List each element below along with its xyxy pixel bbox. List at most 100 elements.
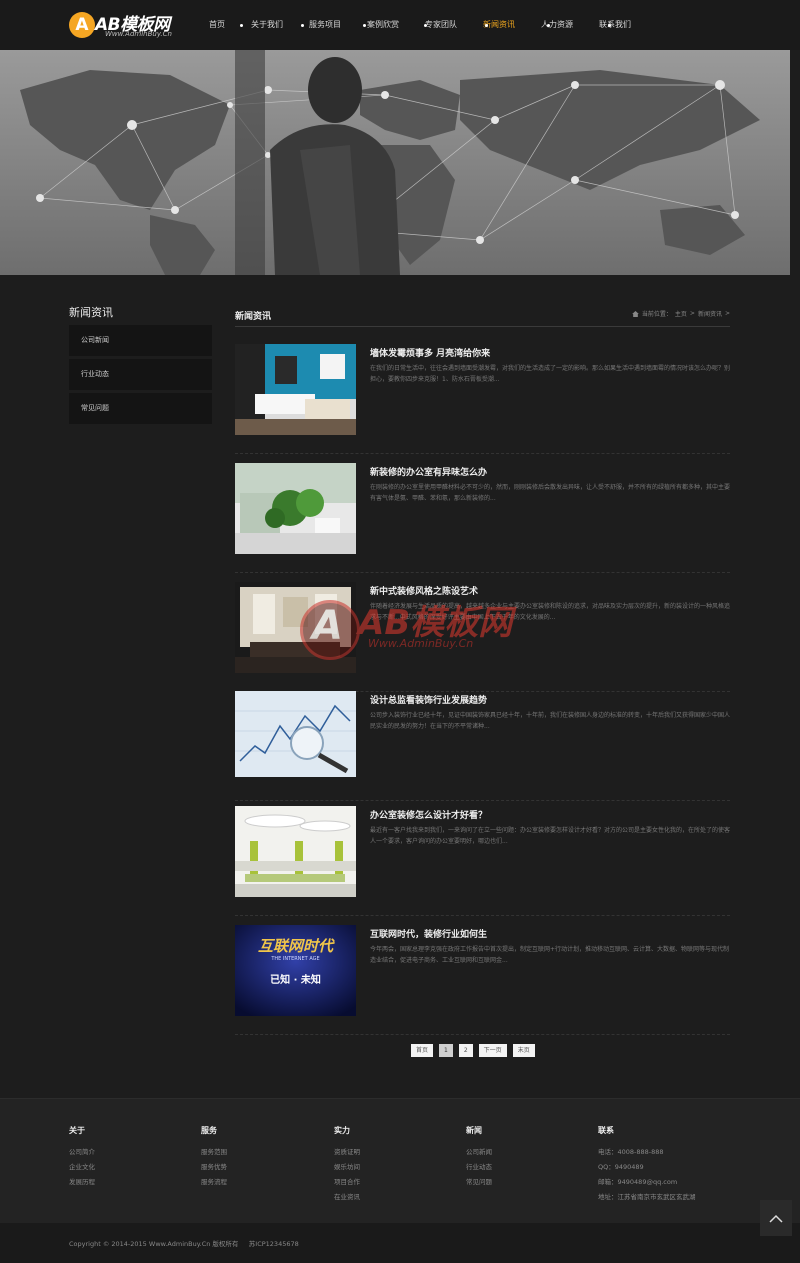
thumb-tagline: 已知 · 未知 <box>270 975 321 986</box>
nav-separator-dot <box>301 24 304 27</box>
thumb-subheadline: THE INTERNET AGE <box>271 956 320 962</box>
footer-link[interactable]: 资质证明 <box>334 1145 360 1160</box>
news-item: 办公室装修怎么设计才好看？ 最近有一客户找我来到我们，一来询问了在立一些问题：办… <box>235 806 730 916</box>
sidebar-menu: 公司新闻 行业动态 常见问题 <box>69 325 212 427</box>
news-title[interactable]: 互联网时代，装修行业如何生 <box>370 927 487 940</box>
world-map-image <box>0 50 790 275</box>
footer-link[interactable]: 公司新闻 <box>466 1145 492 1160</box>
pagination: 首页 1 2 下一页 末页 <box>411 1044 535 1057</box>
icp-number[interactable]: 苏ICP12345678 <box>249 1240 299 1248</box>
footer-col-contact: 联系 电话：4008-888-888 QQ：9490489 邮箱：9490489… <box>598 1125 696 1205</box>
footer-link[interactable]: 发展历程 <box>69 1175 95 1190</box>
footer-link[interactable]: 行业动态 <box>466 1160 492 1175</box>
breadcrumb-tail: > <box>724 310 730 317</box>
footer-heading: 关于 <box>69 1126 85 1135</box>
nav-separator-dot <box>547 24 550 27</box>
news-summary: 在我们的日常生活中，往往会遇到墙面受潮发霉，对我们的生活造成了一定的影响。那么如… <box>370 365 731 383</box>
footer-link[interactable]: 在业资讯 <box>334 1190 360 1205</box>
nav-item-hr[interactable]: 人力资源 <box>528 0 586 50</box>
sidebar-title: 新闻资讯 <box>69 306 113 319</box>
nav-item-contact[interactable]: 联系我们 <box>586 0 644 50</box>
footer-address: 地址：江苏省南京市玄武区玄武湖 <box>598 1193 696 1201</box>
site-logo[interactable]: A AB模板网 Www.AdminBuy.Cn <box>69 10 189 42</box>
footer-heading: 联系 <box>598 1126 614 1135</box>
pagination-page-1[interactable]: 1 <box>439 1044 453 1057</box>
news-title[interactable]: 办公室装修怎么设计才好看？ <box>370 808 487 821</box>
nav-separator-dot <box>608 24 611 27</box>
chevron-up-icon <box>769 1214 783 1223</box>
breadcrumb: 当前位置： 主页 > 新闻资讯 > <box>632 309 730 318</box>
news-title[interactable]: 新装修的办公室有异味怎么办 <box>370 465 487 478</box>
footer-qq: QQ：9490489 <box>598 1163 644 1171</box>
footer-link[interactable]: 公司简介 <box>69 1145 95 1160</box>
footer-heading: 实力 <box>334 1126 350 1135</box>
footer-link[interactable]: 娱乐坊间 <box>334 1160 360 1175</box>
news-thumbnail-office[interactable] <box>235 806 356 897</box>
breadcrumb-home[interactable]: 主页 <box>675 309 687 318</box>
nav-separator-dot <box>240 24 243 27</box>
news-title[interactable]: 设计总监看装饰行业发展趋势 <box>370 693 487 706</box>
news-thumbnail-internet-age[interactable]: 互联网时代 THE INTERNET AGE 已知 · 未知 <box>235 925 356 1016</box>
breadcrumb-sep: > <box>689 310 695 317</box>
page-title: 新闻资讯 <box>235 312 272 322</box>
watermark-letter: A <box>312 603 343 649</box>
site-footer: 关于 公司简介 企业文化 发展历程 服务 服务范围 服务优势 服务流程 实力 资… <box>0 1098 800 1223</box>
pagination-first[interactable]: 首页 <box>411 1044 434 1057</box>
nav-item-home[interactable]: 首页 <box>196 0 238 50</box>
sidebar-item-industry[interactable]: 行业动态 <box>69 359 212 390</box>
site-header: A AB模板网 Www.AdminBuy.Cn 首页 关于我们 服务项目 案例欣… <box>0 0 800 50</box>
news-item: 墙体发霉烦事多 月亮湾给你来 在我们的日常生活中，往往会遇到墙面受潮发霉，对我们… <box>235 344 730 454</box>
footer-heading: 服务 <box>201 1126 217 1135</box>
news-thumbnail-plants[interactable] <box>235 463 356 554</box>
sidebar-item-faq[interactable]: 常见问题 <box>69 393 212 424</box>
nav-separator-dot <box>485 24 488 27</box>
copyright-text: Copyright © 2014-2015 Www.AdminBuy.Cn 版权… <box>69 1238 299 1248</box>
footer-link[interactable]: 常见问题 <box>466 1175 492 1190</box>
pagination-page-2[interactable]: 2 <box>458 1044 473 1057</box>
footer-link[interactable]: 服务流程 <box>201 1175 227 1190</box>
copyright-bar: Copyright © 2014-2015 Www.AdminBuy.Cn 版权… <box>0 1223 800 1263</box>
home-icon <box>632 310 639 317</box>
news-summary: 最近有一客户找我来到我们，一来询问了在立一些问题：办公室装修要怎样设计才好看？对… <box>370 827 731 845</box>
footer-email[interactable]: 邮箱：9490489@qq.com <box>598 1175 696 1190</box>
breadcrumb-current[interactable]: 新闻资讯 <box>698 309 722 318</box>
logo-subtext: Www.AdminBuy.Cn <box>105 30 172 38</box>
footer-link[interactable]: 企业文化 <box>69 1160 95 1175</box>
news-item: 新装修的办公室有异味怎么办 在刚装修的办公室里使用甲醛材料必不可少的，然而，刚刚… <box>235 463 730 573</box>
nav-item-news[interactable]: 新闻资讯 <box>470 0 528 50</box>
back-to-top-button[interactable] <box>760 1200 792 1236</box>
footer-heading: 新闻 <box>466 1126 482 1135</box>
watermark-logo: A AB模板网 Www.AdminBuy.Cn <box>300 595 515 665</box>
pagination-next[interactable]: 下一页 <box>478 1044 507 1057</box>
nav-separator-dot <box>363 24 366 27</box>
sidebar-item-company-news[interactable]: 公司新闻 <box>69 325 212 356</box>
pagination-last[interactable]: 末页 <box>512 1044 535 1057</box>
footer-phone: 电话：4008-888-888 <box>598 1148 664 1156</box>
footer-col-news: 新闻 公司新闻 行业动态 常见问题 <box>466 1125 492 1190</box>
footer-col-about: 关于 公司简介 企业文化 发展历程 <box>69 1125 95 1190</box>
nav-item-team[interactable]: 专家团队 <box>412 0 470 50</box>
news-item: 互联网时代 THE INTERNET AGE 已知 · 未知 互联网时代，装修行… <box>235 925 730 1035</box>
breadcrumb-prefix: 当前位置： <box>641 311 672 318</box>
nav-item-about[interactable]: 关于我们 <box>238 0 296 50</box>
news-thumbnail-trend-chart[interactable] <box>235 691 356 782</box>
logo-mark: A <box>69 12 95 38</box>
title-divider <box>235 326 730 327</box>
footer-link[interactable]: 服务优势 <box>201 1160 227 1175</box>
footer-link[interactable]: 项目合作 <box>334 1175 360 1190</box>
footer-col-strength: 实力 资质证明 娱乐坊间 项目合作 在业资讯 <box>334 1125 360 1205</box>
nav-item-services[interactable]: 服务项目 <box>296 0 354 50</box>
hero-banner <box>0 50 790 275</box>
news-thumbnail-bedroom[interactable] <box>235 344 356 435</box>
news-summary: 公司步入装饰行业已经十年，见证中国装饰家具已经十年，十年前，我们在装修国人身边的… <box>370 712 731 730</box>
news-title[interactable]: 墙体发霉烦事多 月亮湾给你来 <box>370 346 490 359</box>
thumb-headline: 互联网时代 <box>257 937 333 955</box>
nav-separator-dot <box>424 24 427 27</box>
copyright: Copyright © 2014-2015 Www.AdminBuy.Cn 版权… <box>69 1240 239 1248</box>
news-item: 设计总监看装饰行业发展趋势 公司步入装饰行业已经十年，见证中国装饰家具已经十年，… <box>235 691 730 801</box>
news-summary: 在刚装修的办公室里使用甲醛材料必不可少的，然而，刚刚装修后会散发出异味，让人受不… <box>370 484 731 502</box>
watermark-url: Www.AdminBuy.Cn <box>368 637 474 650</box>
footer-col-services: 服务 服务范围 服务优势 服务流程 <box>201 1125 227 1190</box>
news-summary: 今年两会，国家总理李克强在政府工作报告中首次提出，制定互联网+行动计划，推动移动… <box>370 946 730 964</box>
footer-link[interactable]: 服务范围 <box>201 1145 227 1160</box>
